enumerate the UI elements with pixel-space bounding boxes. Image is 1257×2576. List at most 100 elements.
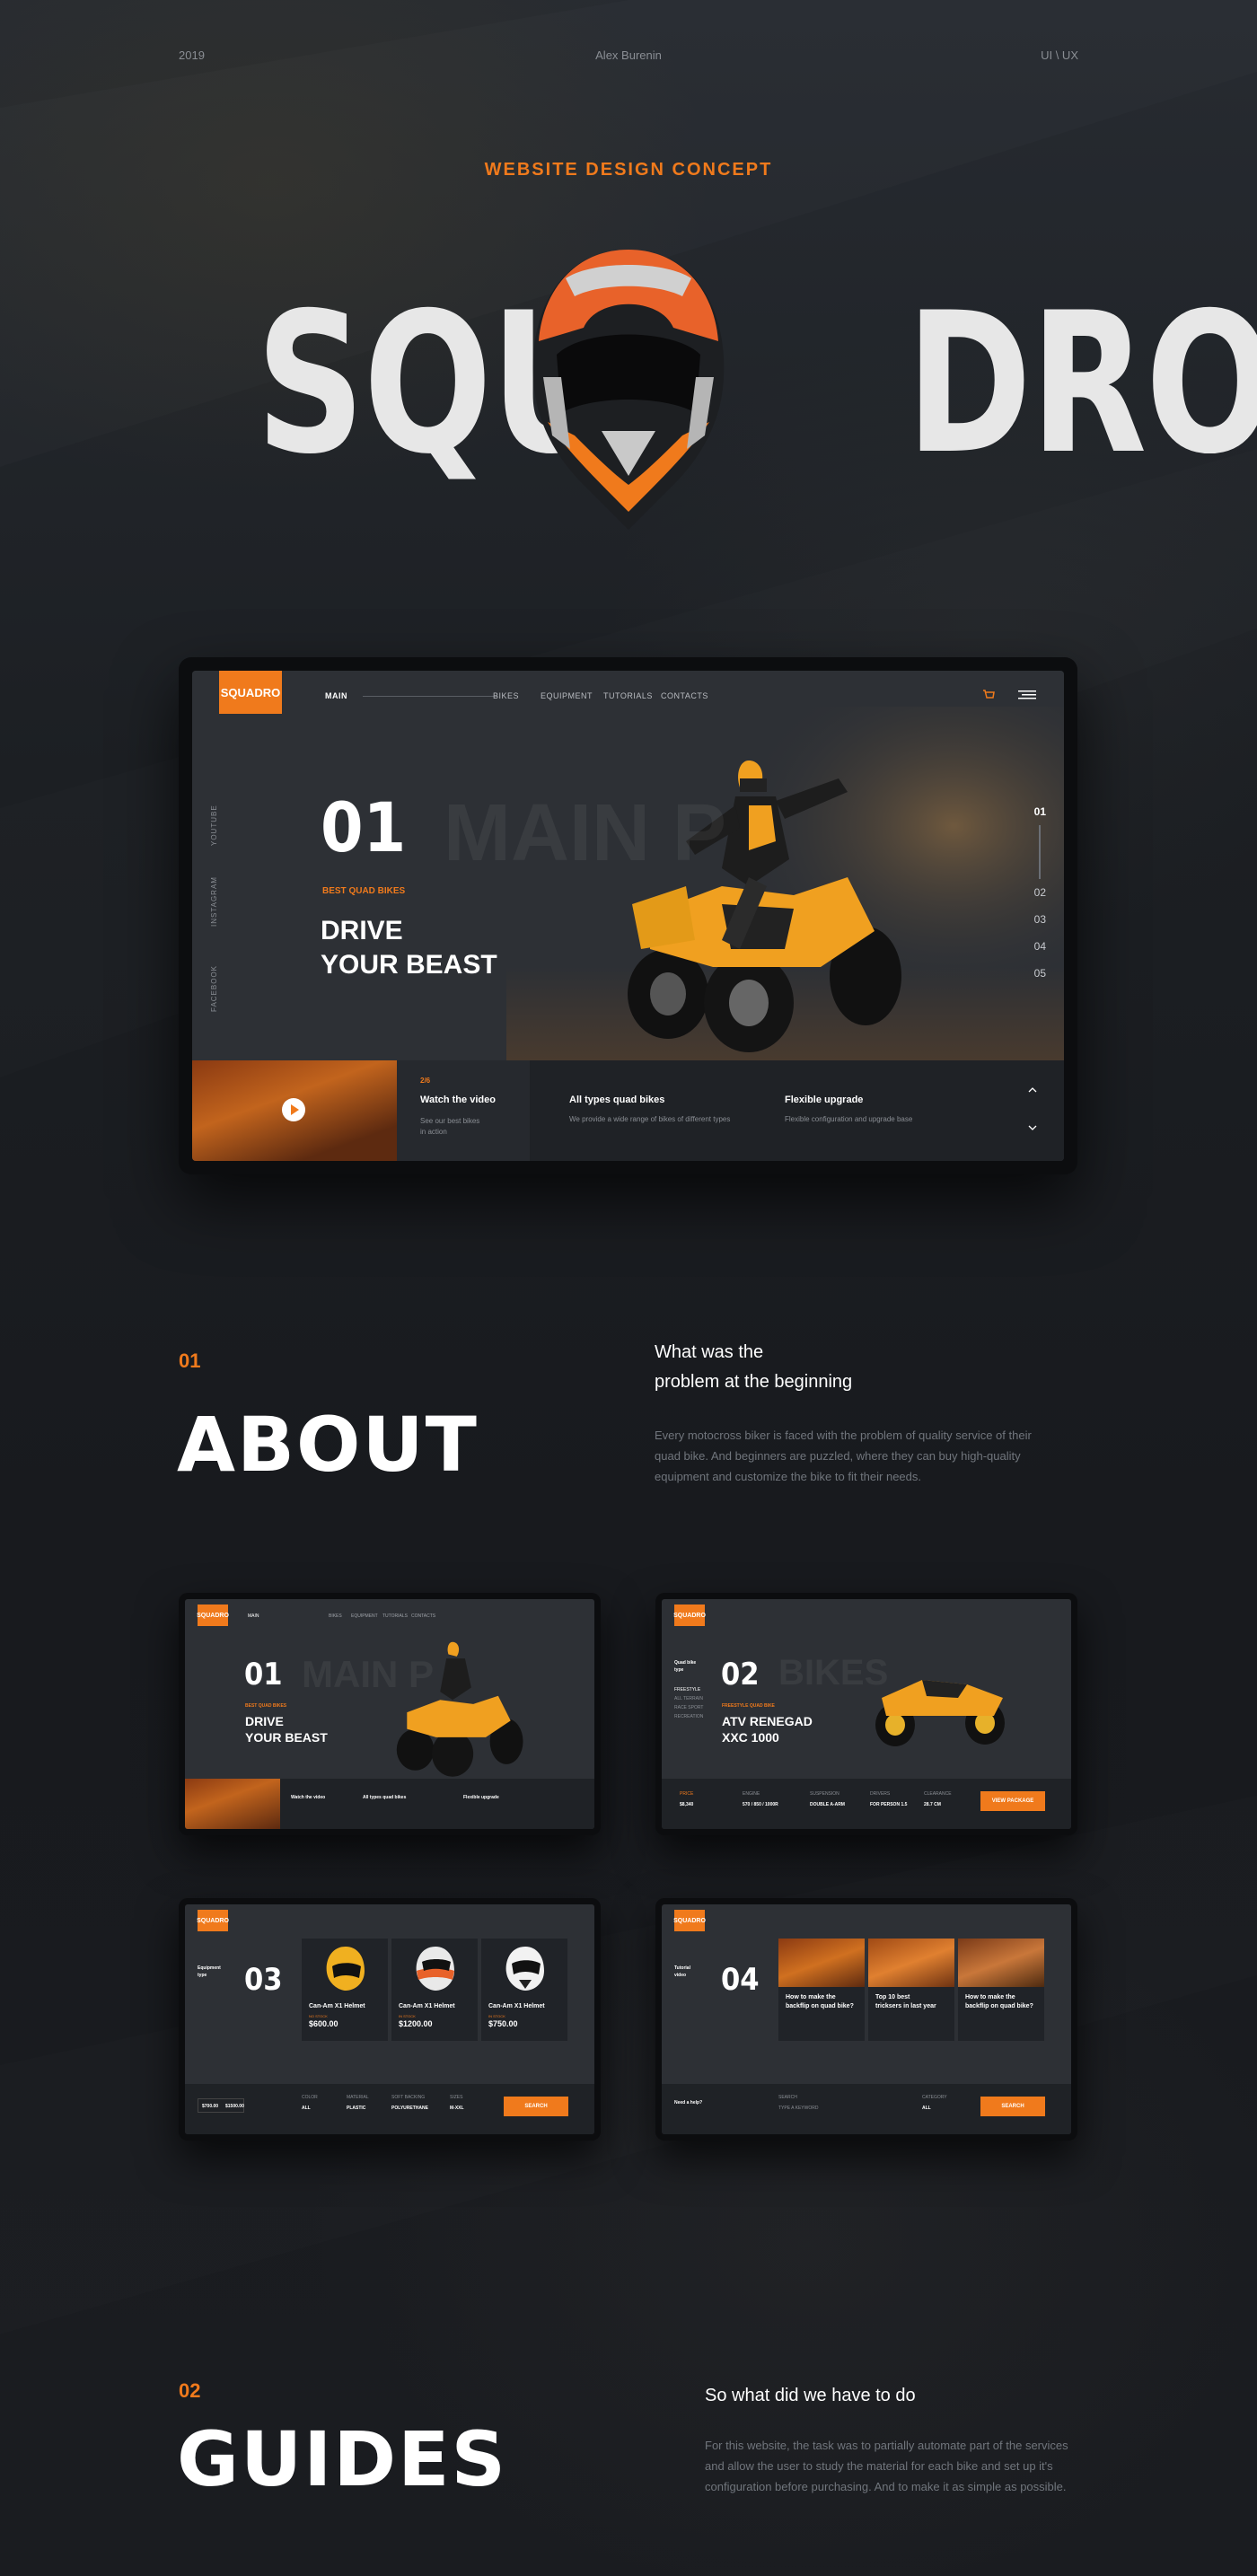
bike-type-3[interactable]: RACE SPORT [674,1705,703,1710]
product-card-3[interactable]: IN STOCK Can-Am X1 Helmet $750.00 [481,1939,567,2041]
tutorial-card-1[interactable]: How to make the backflip on quad bike? [778,1939,865,2041]
specs-strip: PRICE $8,340 ENGINE 570 / 850 / 1000R SU… [662,1779,1071,1829]
spec-engine-label: ENGINE [743,1791,760,1797]
mini2-logo[interactable]: SQUADRO [673,1605,706,1626]
nav-bikes[interactable]: BIKES [493,691,519,700]
filter-backing-value[interactable]: POLYURETHANE [391,2106,428,2111]
video-sub-2: in action [420,1128,447,1136]
tutorial-1-title-2: backflip on quad bike? [786,2003,854,2009]
slide-5[interactable]: 05 [1034,967,1046,980]
guides-question: So what did we have to do [705,2386,916,2405]
filter-color-value[interactable]: ALL [302,2106,311,2111]
mini-screen-tutorials: SQUADRO Tutorial video 04 How to make th… [662,1904,1071,2134]
helmet-yellow-image [326,1947,365,1991]
mini4-logo-text: SQUADRO [673,1917,706,1924]
menu-icon[interactable] [1018,689,1036,701]
mini3-logo[interactable]: SQUADRO [197,1910,229,1931]
slide-2[interactable]: 02 [1034,886,1046,899]
tutorial-search-strip: Need a help? SEARCH TYPE A KEYWORD CATEG… [662,2084,1071,2134]
side-link-facebook[interactable]: FACEBOOK [210,965,218,1012]
category-select[interactable]: ALL [922,2106,931,2111]
tutorial-title-2: video [674,1973,687,1978]
mini-headline-2: YOUR BEAST [245,1730,328,1745]
play-icon[interactable] [282,1098,305,1121]
feature-2-title: Flexible upgrade [785,1095,864,1105]
mini-device-tutorials: SQUADRO Tutorial video 04 How to make th… [655,1898,1077,2141]
slide-1[interactable]: 01 [1034,805,1046,818]
spec-price-value: $8,340 [680,1802,694,1807]
filter-sizes-value[interactable]: M-XXL [450,2106,464,2111]
mini-strip: Watch the video All types quad bikes Fle… [185,1779,594,1829]
spec-suspension-label: SUSPENSION [810,1791,839,1797]
card-2-title: Can-Am X1 Helmet [399,2003,455,2009]
mini-nav-contacts[interactable]: CONTACTS [411,1613,435,1619]
spec-engine-value: 570 / 850 / 1000R [743,1802,778,1807]
side-link-instagram[interactable]: INSTAGRAM [210,876,218,927]
chevron-down-icon[interactable] [1028,1125,1037,1130]
mini-kicker: BEST QUAD BIKES [245,1703,287,1709]
tags-label: UI \ UX [1041,48,1078,62]
mini-nav-equipment[interactable]: EQUIPMENT [351,1613,378,1619]
bike-type-4[interactable]: RECREATION [674,1714,703,1719]
site-logo[interactable]: SQUADRO [219,671,282,714]
tutorial-card-3[interactable]: How to make the backflip on quad bike? [958,1939,1044,2041]
price-range-slider[interactable]: $700.00 $1500.00 [198,2098,244,2113]
slide-indicator: 01 02 03 04 05 [1034,805,1046,980]
video-title[interactable]: Watch the video [420,1095,496,1105]
video-thumbnail[interactable] [192,1060,397,1161]
top-bar: 2019 Alex Burenin UI \ UX [179,48,1078,66]
equipment-type-1: Equipment [198,1965,221,1971]
filter-backing-label: SOFT BACKING [391,2095,426,2100]
slide-3[interactable]: 03 [1034,913,1046,926]
side-link-youtube[interactable]: YOUTUBE [210,804,218,846]
mini-video-thumb[interactable] [185,1779,280,1829]
about-title: ABOUT [177,1401,479,1489]
filter-strip: $700.00 $1500.00 COLOR ALL MATERIAL PLAS… [185,2084,594,2134]
guides-body-2: and allow the user to study the material… [705,2459,1053,2473]
mini-device-equipment: SQUADRO Equipment type 03 NO STOCK Can-A… [179,1898,601,2141]
guides-title: GUIDES [177,2415,508,2503]
mini3-number: 03 [244,1962,283,1998]
nav-equipment[interactable]: EQUIPMENT [541,691,593,700]
mini-quad-image [396,1641,523,1777]
tutorial-search-label: SEARCH [1001,2104,1024,2109]
about-question-1: What was the [655,1342,764,1362]
mini-nav-tutorials[interactable]: TUTORIALS [382,1613,408,1619]
tutorial-card-2[interactable]: Top 10 best tricksers in last year [868,1939,954,2041]
slide-4[interactable]: 04 [1034,940,1046,953]
nav-tutorials[interactable]: TUTORIALS [603,691,653,700]
bike-type-1[interactable]: FREESTYLE [674,1687,700,1692]
mini-video-title[interactable]: Watch the video [291,1795,325,1800]
bike-type-2[interactable]: ALL TERRAIN [674,1696,703,1701]
equipment-search-button[interactable]: SEARCH [504,2097,568,2116]
video-panel [397,1060,530,1161]
mini-logo[interactable]: SQUADRO [197,1605,229,1626]
equipment-type-2: type [198,1973,207,1978]
filter-material-value[interactable]: PLASTIC [347,2106,365,2111]
video-sub-1: See our best bikes [420,1117,480,1125]
mini4-logo[interactable]: SQUADRO [673,1910,706,1931]
cart-icon[interactable] [982,689,995,701]
mini-headline-1: DRIVE [245,1714,284,1728]
tutorial-2-title-2: tricksers in last year [875,2003,936,2009]
mini-nav-main[interactable]: MAIN [248,1613,259,1619]
nav-main[interactable]: MAIN [325,691,347,700]
tutorial-2-title-1: Top 10 best [875,1994,910,2000]
search-input[interactable]: TYPE A KEYWORD [778,2106,818,2111]
tutorial-3-title-2: backflip on quad bike? [965,2003,1033,2009]
card-2-price: $1200.00 [399,2019,433,2028]
tutorial-thumb-3 [958,1939,1044,1987]
spec-drivers-label: DRIVERS [870,1791,891,1797]
feature-2-sub: Flexible configuration and upgrade base [785,1115,913,1123]
logo-text: SQUADRO [220,685,281,699]
tutorial-search-button[interactable]: SEARCH [980,2097,1045,2116]
nav-contacts[interactable]: CONTACTS [661,691,708,700]
mini-nav-bikes[interactable]: BIKES [329,1613,342,1619]
view-package-button[interactable]: VIEW PACKAGE [980,1791,1045,1811]
feature-1-sub: We provide a wide range of bikes of diff… [569,1115,731,1123]
chevron-up-icon[interactable] [1028,1087,1037,1093]
product-card-1[interactable]: NO STOCK Can-Am X1 Helmet $600.00 [302,1939,388,2041]
author-label: Alex Burenin [595,48,662,62]
product-card-2[interactable]: IN STOCK Can-Am X1 Helmet $1200.00 [391,1939,478,2041]
mini2-number: 02 [721,1657,760,1692]
